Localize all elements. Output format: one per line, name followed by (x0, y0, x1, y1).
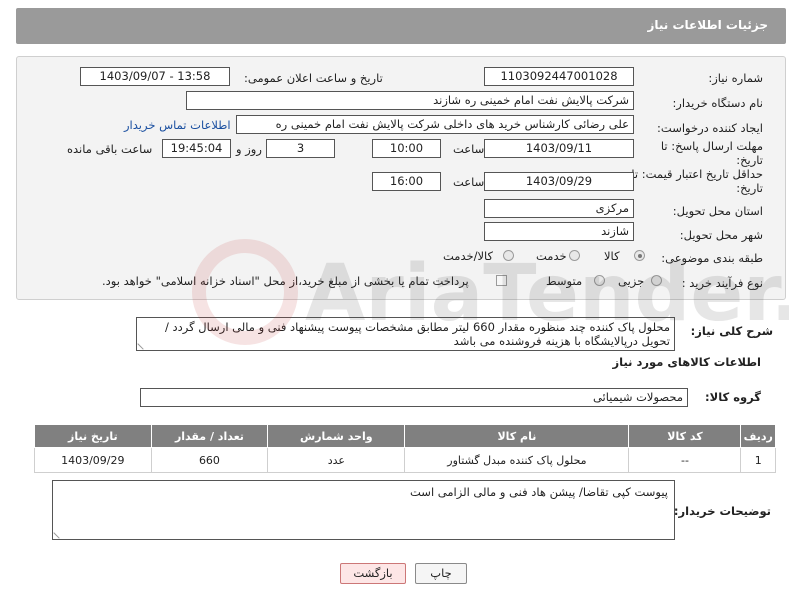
category-label: طبقه بندی موضوعی: (661, 251, 763, 265)
buyer-org-field: شرکت پالایش نفت امام خمینی ره شازند (186, 91, 634, 110)
col-qty: تعداد / مقدار (150, 424, 269, 448)
deadline-label: مهلت ارسال پاسخ: تا (660, 139, 763, 153)
process-radio-minor[interactable] (651, 275, 662, 286)
col-row: ردیف (740, 424, 776, 448)
buyer-contact-link[interactable]: اطلاعات تماس خریدار (124, 118, 231, 132)
announce-field: 1403/09/07 - 13:58 (80, 67, 230, 86)
summary-text: محلول پاک کننده چند منظوره مقدار 660 لیت… (165, 320, 670, 348)
deadline-remaining-field: 19:45:04 (162, 139, 231, 158)
validity-date-label: تاریخ: (736, 181, 763, 195)
validity-time-label: ساعت (453, 175, 485, 189)
process-radio-medium[interactable] (594, 275, 605, 286)
treasury-payment-text: پرداخت تمام یا بخشی از مبلغ خرید،از محل … (102, 274, 469, 288)
treasury-payment-checkbox[interactable] (496, 275, 507, 286)
col-unit: واحد شمارش (267, 424, 406, 448)
deadline-date-field: 1403/09/11 (484, 139, 634, 158)
col-code: کد کالا (628, 424, 742, 448)
announce-label: تاریخ و ساعت اعلان عمومی: (244, 71, 383, 85)
buyer-notes-label: توضیحات خریدار: (673, 504, 771, 518)
buyer-notes-text: پیوست کپی تقاضا/ پیشن هاد فنی و مالی الز… (410, 485, 668, 499)
page-title: جزئیات اطلاعات نیاز (647, 18, 768, 32)
print-button[interactable]: چاپ (415, 563, 467, 584)
category-radio-goods-service[interactable] (503, 250, 514, 261)
cell-row: 1 (740, 447, 776, 473)
validity-label: حداقل تاریخ اعتبار قیمت: تا (631, 167, 763, 181)
buyer-notes-textarea[interactable]: پیوست کپی تقاضا/ پیشن هاد فنی و مالی الز… (52, 480, 675, 540)
cell-qty: 660 (150, 447, 269, 473)
col-name: نام کالا (404, 424, 630, 448)
process-label: نوع فرآیند خرید : (681, 276, 763, 290)
category-option-goods-service: کالا/خدمت (443, 249, 494, 263)
city-field: شازند (484, 222, 634, 241)
validity-date-field: 1403/09/29 (484, 172, 634, 191)
cell-unit: عدد (267, 447, 406, 473)
province-label: استان محل تحویل: (672, 204, 763, 218)
province-field: مرکزی (484, 199, 634, 218)
category-radio-goods[interactable] (634, 250, 645, 261)
creator-label: ایجاد کننده درخواست: (657, 121, 763, 135)
resize-grip-icon (53, 527, 65, 539)
goods-section-title: اطلاعات کالاهای مورد نیاز (612, 355, 761, 369)
summary-textarea[interactable]: محلول پاک کننده چند منظوره مقدار 660 لیت… (136, 317, 675, 351)
deadline-days-field: 3 (266, 139, 335, 158)
category-radio-service[interactable] (569, 250, 580, 261)
deadline-date-label: تاریخ: (736, 153, 763, 167)
creator-field: علی رضائی کارشناس خرید های داخلی شرکت پا… (236, 115, 634, 134)
cell-name: محلول پاک کننده مبدل گشتاور (404, 447, 630, 473)
goods-table-header: ردیف کد کالا نام کالا واحد شمارش تعداد /… (34, 424, 776, 448)
deadline-days-label: روز و (236, 142, 262, 156)
page-header: جزئیات اطلاعات نیاز (16, 8, 786, 44)
category-option-service: خدمت (536, 249, 567, 263)
city-label: شهر محل تحویل: (679, 228, 763, 242)
goods-group-label: گروه کالا: (705, 390, 761, 404)
process-option-minor: جزیی (618, 274, 645, 288)
buyer-org-label: نام دستگاه خریدار: (672, 96, 763, 110)
deadline-time-field: 10:00 (372, 139, 441, 158)
resize-grip-icon (137, 338, 149, 350)
deadline-remaining-label: ساعت باقی مانده (67, 142, 153, 156)
cell-code: -- (628, 447, 742, 473)
need-number-label: شماره نیاز: (708, 71, 763, 85)
process-option-medium: متوسط (546, 274, 583, 288)
summary-label: شرح کلی نیاز: (690, 324, 773, 338)
goods-group-field: محصولات شیمیائی (140, 388, 688, 407)
cell-date: 1403/09/29 (34, 447, 152, 473)
category-option-goods: کالا (604, 249, 620, 263)
table-row: 1 -- محلول پاک کننده مبدل گشتاور عدد 660… (34, 447, 776, 473)
validity-time-field: 16:00 (372, 172, 441, 191)
goods-table: ردیف کد کالا نام کالا واحد شمارش تعداد /… (34, 424, 776, 473)
col-date: تاریخ نیاز (34, 424, 152, 448)
back-button[interactable]: بازگشت (340, 563, 406, 584)
need-number-field: 1103092447001028 (484, 67, 634, 86)
deadline-time-label: ساعت (453, 142, 485, 156)
